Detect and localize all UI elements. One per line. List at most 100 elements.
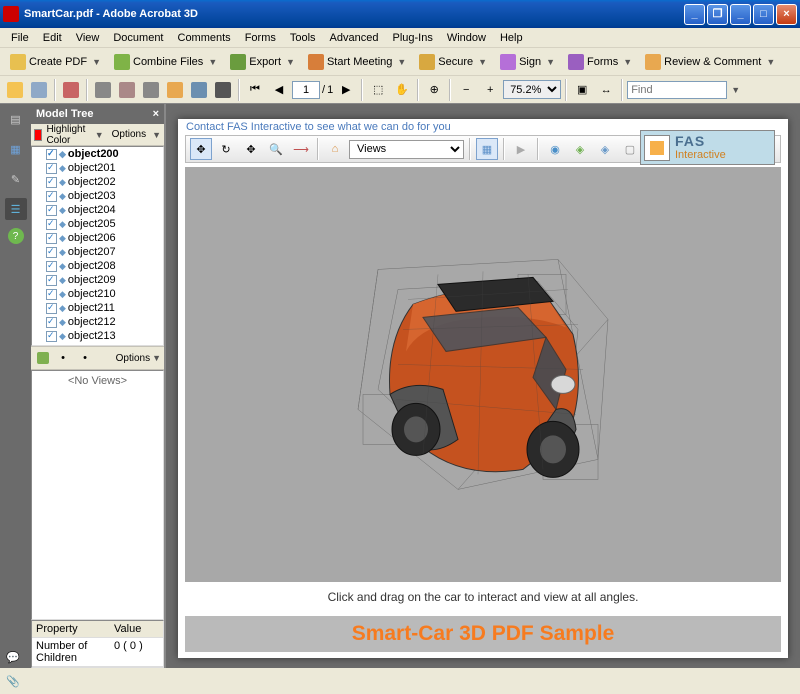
- fit-page-button[interactable]: ▣: [571, 79, 593, 101]
- checkbox-icon[interactable]: [46, 261, 57, 272]
- 3d-canvas[interactable]: [185, 167, 781, 582]
- checkbox-icon[interactable]: [46, 247, 57, 258]
- highlight-color-swatch[interactable]: [34, 129, 42, 141]
- menu-document[interactable]: Document: [106, 30, 170, 46]
- light-button[interactable]: ◈: [594, 138, 616, 160]
- secure-button[interactable]: Secure▼: [413, 50, 493, 74]
- checkbox-icon[interactable]: [46, 205, 57, 216]
- tree-item[interactable]: ◆object202: [32, 175, 163, 189]
- first-page-button[interactable]: ⏮: [244, 79, 266, 101]
- combine-files-button[interactable]: Combine Files▼: [108, 50, 223, 74]
- menu-comments[interactable]: Comments: [171, 30, 238, 46]
- close-button[interactable]: ×: [776, 4, 797, 25]
- tree-item[interactable]: ◆object206: [32, 231, 163, 245]
- comment-icon[interactable]: 💬: [6, 652, 20, 664]
- menu-tools[interactable]: Tools: [283, 30, 323, 46]
- walk-tool-button[interactable]: ⟶: [290, 138, 312, 160]
- menu-file[interactable]: File: [4, 30, 36, 46]
- export-button[interactable]: Export▼: [224, 50, 301, 74]
- attachment-icon[interactable]: 📎: [6, 675, 20, 688]
- checkbox-icon[interactable]: [46, 233, 57, 244]
- menu-forms[interactable]: Forms: [238, 30, 283, 46]
- stamp-button[interactable]: [116, 79, 138, 101]
- checkbox-icon[interactable]: [46, 177, 57, 188]
- select-tool-button[interactable]: ⬚: [367, 79, 389, 101]
- sign-panel-icon[interactable]: ✎: [5, 168, 27, 190]
- checkbox-icon[interactable]: [46, 149, 57, 160]
- zoom-tool-button[interactable]: 🔍: [265, 138, 287, 160]
- checkbox-icon[interactable]: [46, 219, 57, 230]
- home-button[interactable]: ⌂: [324, 138, 346, 160]
- screen-button[interactable]: [188, 79, 210, 101]
- marquee-zoom-button[interactable]: ⊕: [423, 79, 445, 101]
- view-next-button[interactable]: •: [74, 347, 96, 369]
- checkbox-icon[interactable]: [46, 191, 57, 202]
- help-panel-icon[interactable]: ?: [8, 228, 24, 244]
- menu-advanced[interactable]: Advanced: [323, 30, 386, 46]
- menu-help[interactable]: Help: [493, 30, 530, 46]
- tree-item[interactable]: ◆object205: [32, 217, 163, 231]
- checkbox-icon[interactable]: [46, 317, 57, 328]
- fit-width-button[interactable]: ↔: [595, 79, 617, 101]
- hand-tool-button[interactable]: ✋: [391, 79, 413, 101]
- bookmarks-panel-icon[interactable]: ▦: [5, 138, 27, 160]
- view-play-button[interactable]: [34, 349, 52, 367]
- forms-button[interactable]: Forms▼: [562, 50, 638, 74]
- start-meeting-button[interactable]: Start Meeting▼: [302, 50, 412, 74]
- checkbox-icon[interactable]: [46, 163, 57, 174]
- part-tool-button[interactable]: ▦: [476, 138, 498, 160]
- pages-button[interactable]: [60, 79, 82, 101]
- tree-item[interactable]: ◆object200: [32, 147, 163, 161]
- view-prev-button[interactable]: •: [52, 347, 74, 369]
- pages-panel-icon[interactable]: ▤: [5, 108, 27, 130]
- model-tree[interactable]: ◆object200◆object201◆object202◆object203…: [31, 146, 164, 346]
- views-list[interactable]: <No Views>: [31, 370, 164, 620]
- play-button[interactable]: ▶: [510, 138, 532, 160]
- highlight-label[interactable]: Highlight Color: [46, 124, 88, 146]
- tree-item[interactable]: ◆object204: [32, 203, 163, 217]
- tree-item[interactable]: ◆object211: [32, 301, 163, 315]
- tree-item[interactable]: ◆object207: [32, 245, 163, 259]
- minimize-button[interactable]: _: [684, 4, 705, 25]
- spin-tool-button[interactable]: ↻: [215, 138, 237, 160]
- tree-item[interactable]: ◆object213: [32, 329, 163, 343]
- tree-item[interactable]: ◆object210: [32, 287, 163, 301]
- tool-button[interactable]: [140, 79, 162, 101]
- extra-button[interactable]: ◈: [569, 138, 591, 160]
- tree-item[interactable]: ◆object212: [32, 315, 163, 329]
- options-button[interactable]: Options: [112, 129, 146, 140]
- menu-edit[interactable]: Edit: [36, 30, 69, 46]
- page-input[interactable]: [292, 81, 320, 99]
- review-button[interactable]: Review & Comment▼: [639, 50, 781, 74]
- menu-window[interactable]: Window: [440, 30, 493, 46]
- zoom-in-button[interactable]: +: [479, 79, 501, 101]
- model-tree-panel-icon[interactable]: ☰: [5, 198, 27, 220]
- tree-item[interactable]: ◆object201: [32, 161, 163, 175]
- checkbox-icon[interactable]: [46, 275, 57, 286]
- print-button[interactable]: [28, 79, 50, 101]
- checkbox-icon[interactable]: [46, 331, 57, 342]
- panel-close-button[interactable]: ×: [153, 108, 159, 120]
- maximize-button[interactable]: □: [753, 4, 774, 25]
- views-select[interactable]: Views: [349, 140, 464, 159]
- tree-item[interactable]: ◆object203: [32, 189, 163, 203]
- bg-color-button[interactable]: ▢: [619, 138, 641, 160]
- create-pdf-button[interactable]: Create PDF▼: [4, 50, 107, 74]
- tree-item[interactable]: ◆object208: [32, 259, 163, 273]
- next-page-button[interactable]: ▶: [335, 79, 357, 101]
- tree-item[interactable]: ◆object209: [32, 273, 163, 287]
- views-options-button[interactable]: Options: [116, 353, 150, 364]
- menu-view[interactable]: View: [69, 30, 107, 46]
- rotate-tool-button[interactable]: ✥: [190, 138, 212, 160]
- render-mode-button[interactable]: ◉: [544, 138, 566, 160]
- zoom-select[interactable]: 75.2%: [503, 80, 561, 99]
- menu-plugins[interactable]: Plug-Ins: [385, 30, 439, 46]
- checkbox-icon[interactable]: [46, 303, 57, 314]
- checkbox-icon[interactable]: [46, 289, 57, 300]
- find-dropdown[interactable]: ▼: [731, 85, 740, 95]
- attach-button[interactable]: [92, 79, 114, 101]
- camera-button[interactable]: [212, 79, 234, 101]
- find-input[interactable]: [627, 81, 727, 99]
- open-button[interactable]: [4, 79, 26, 101]
- sign-button[interactable]: Sign▼: [494, 50, 561, 74]
